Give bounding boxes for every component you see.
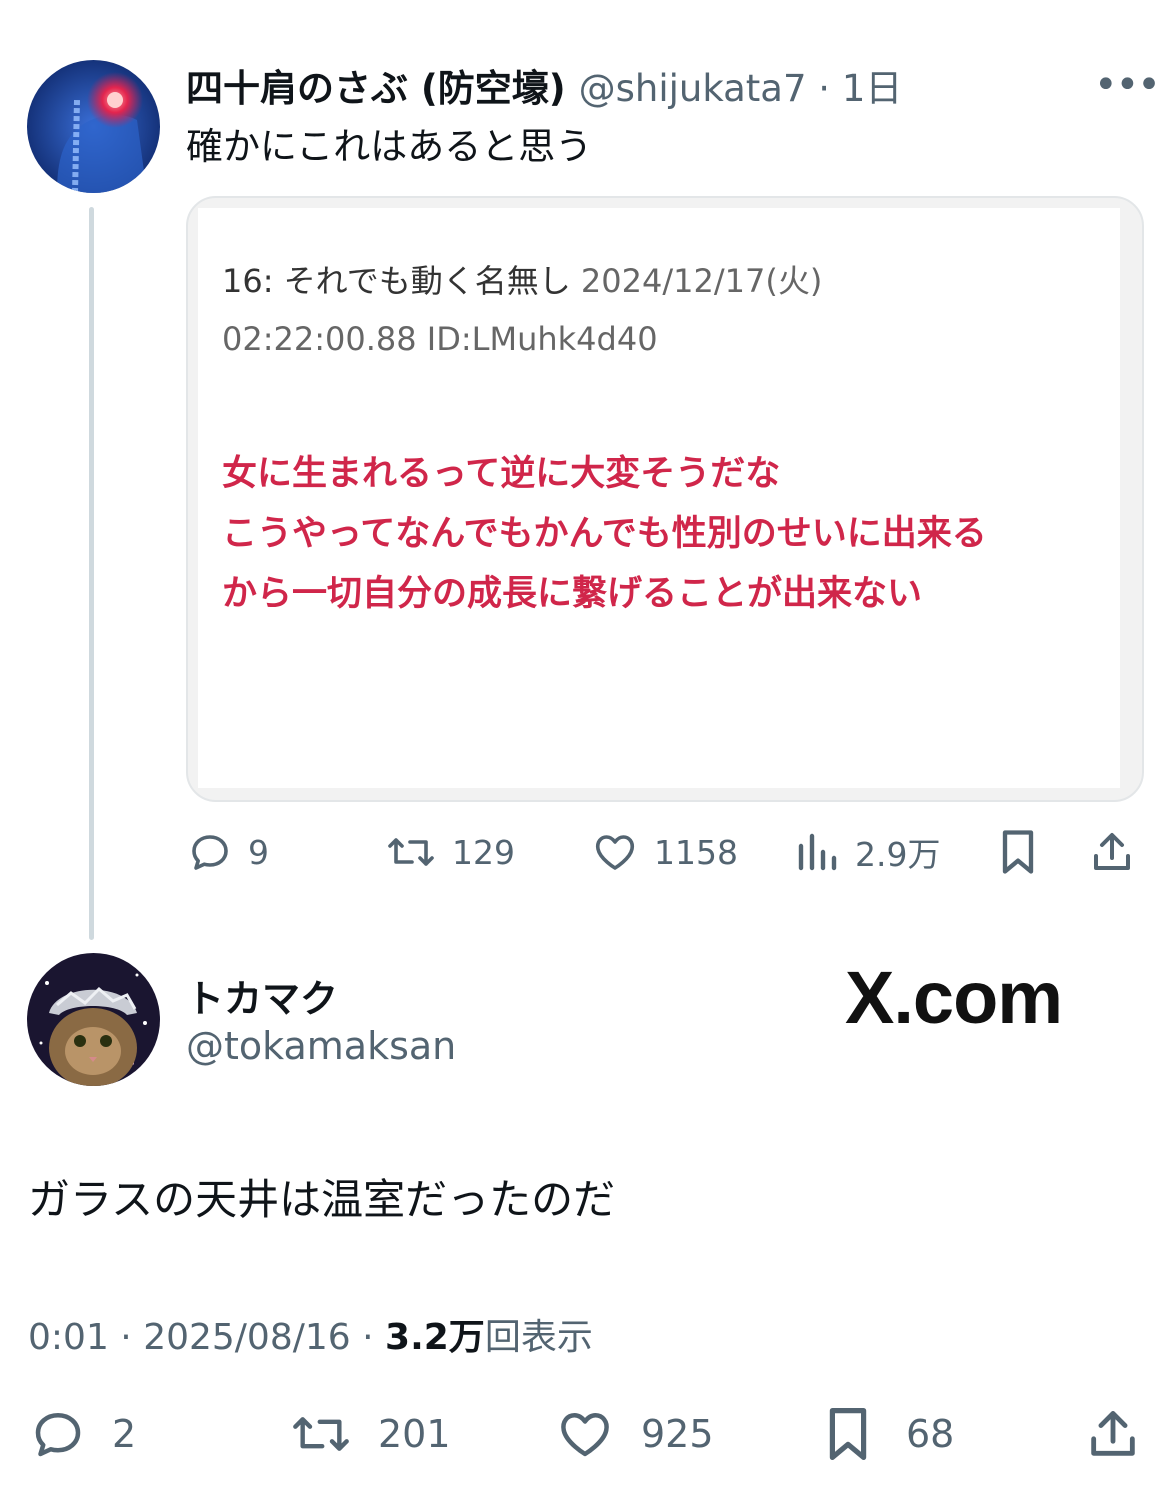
bookmark-icon (1002, 830, 1034, 874)
quoted-tweet-image[interactable]: 16: それでも動く名無し 2024/12/17(火) 02:22:00.88 … (186, 196, 1144, 802)
bookmark-count: 68 (906, 1412, 955, 1456)
quoted-tweet-text: 確かにこれはあると思う (186, 125, 593, 168)
views-count: 2.9万 (855, 835, 941, 874)
separator-dot: · (806, 67, 842, 110)
x-com-logo: X.com (845, 955, 1063, 1040)
tweet-time[interactable]: 0:01 (28, 1317, 109, 1358)
quoted-author-line: 四十肩のさぶ (防空壕) @shijukata7 · 1日 (186, 58, 902, 112)
like-button[interactable]: 1158 (590, 824, 738, 880)
avatar-image (27, 953, 160, 1086)
main-tweet-text: ガラスの天井は温室だったのだ (28, 1175, 616, 1224)
thread-connector-line (89, 207, 94, 940)
bookmark-button[interactable]: 68 (822, 1402, 954, 1466)
views-count: 3.2万 (385, 1317, 485, 1358)
reply-button[interactable]: 2 (28, 1402, 136, 1466)
separator-dot: · (108, 1317, 144, 1358)
post-body-line: 女に生まれるって逆に大変そうだな (222, 454, 781, 494)
post-body-line: から一切自分の成長に繋げることが出来ない (222, 574, 923, 614)
quoted-time[interactable]: 1日 (842, 67, 903, 110)
post-body-line: こうやってなんでもかんでも性別のせいに出来る (222, 514, 987, 554)
post-header-name: 16: それでも動く名無し (222, 262, 571, 300)
retweet-button[interactable]: 201 (288, 1402, 451, 1466)
retweet-icon (388, 838, 434, 866)
views-icon (798, 833, 837, 871)
like-count: 1158 (654, 832, 738, 872)
retweet-count: 201 (378, 1412, 451, 1456)
bookmark-icon (829, 1408, 867, 1460)
post-header: 16: それでも動く名無し 2024/12/17(火) (222, 256, 822, 302)
heart-icon (595, 835, 635, 870)
post-body: 女に生まれるって逆に大変そうだな こうやってなんでもかんでも性別のせいに出来る … (222, 444, 987, 624)
post-meta: 02:22:00.88 ID:LMuhk4d40 (222, 320, 658, 358)
retweet-count: 129 (452, 832, 515, 872)
views-label: 回表示 (484, 1317, 593, 1358)
reply-icon (35, 1413, 81, 1457)
share-icon (1091, 1411, 1135, 1456)
heart-icon (561, 1413, 609, 1457)
reply-icon (192, 835, 228, 870)
avatar-tokamaksan[interactable] (27, 953, 160, 1086)
tweet-date[interactable]: 2025/08/16 (143, 1317, 351, 1358)
like-count: 925 (641, 1412, 714, 1456)
avatar-image (27, 60, 160, 193)
main-tweet-meta: 0:01 · 2025/08/16 · 3.2万回表示 (28, 1308, 593, 1360)
reply-count: 2 (112, 1412, 137, 1456)
share-button[interactable] (1084, 1402, 1142, 1466)
retweet-icon (293, 1417, 349, 1451)
reply-count: 9 (248, 832, 269, 872)
main-author-handle[interactable]: @tokamaksan (186, 1024, 456, 1068)
main-author-name[interactable]: トカマク (186, 968, 338, 1023)
share-button[interactable] (1088, 824, 1136, 880)
bookmark-button[interactable] (996, 824, 1040, 880)
avatar-shijukata7[interactable] (27, 60, 160, 193)
like-button[interactable]: 925 (555, 1402, 714, 1466)
post-date: 2024/12/17(火) (580, 262, 823, 300)
quoted-author-name[interactable]: 四十肩のさぶ (防空壕) (186, 67, 566, 110)
reply-button[interactable]: 9 (186, 824, 269, 880)
more-icon[interactable]: ••• (1094, 62, 1161, 108)
share-icon (1094, 833, 1130, 870)
retweet-button[interactable]: 129 (384, 824, 515, 880)
quoted-author-handle[interactable]: @shijukata7 (579, 67, 807, 110)
views-button[interactable]: 2.9万 (795, 824, 940, 880)
brand-text: X.com (845, 956, 1063, 1039)
screenshot-post: 16: それでも動く名無し 2024/12/17(火) 02:22:00.88 … (198, 208, 1120, 788)
separator-dot: · (350, 1317, 386, 1358)
